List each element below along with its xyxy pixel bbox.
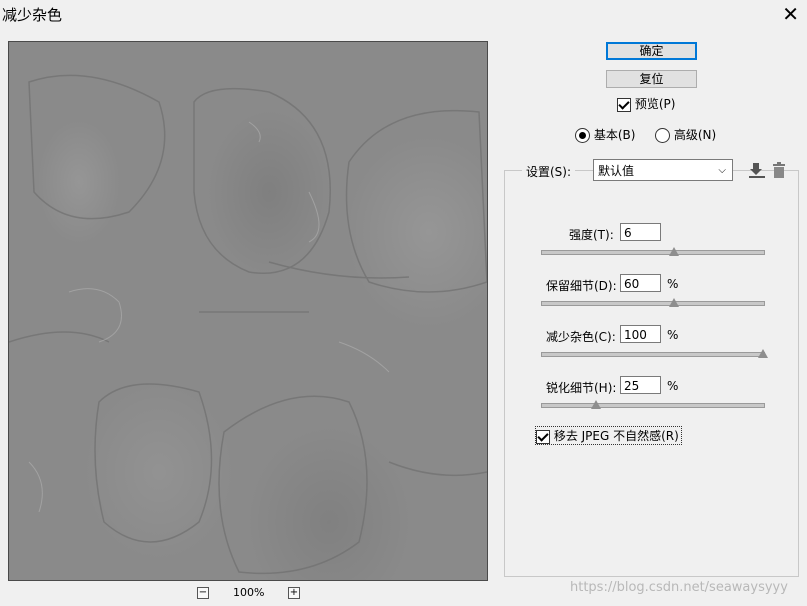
mode-advanced-label: 高级(N) [673,128,717,142]
sharpen-details-slider-thumb[interactable] [591,400,601,409]
reduce-color-noise-unit: % [667,328,679,342]
remove-jpeg-artifact-row[interactable]: 移去 JPEG 不自然感(R) [535,426,682,445]
settings-select-value: 默认值 [598,164,635,178]
preview-checkbox-row[interactable]: 预览(P) [617,95,675,112]
reset-button[interactable]: 复位 [606,70,697,88]
reduce-color-noise-input[interactable]: 100 [620,325,661,343]
zoom-out-button[interactable]: − [197,587,209,599]
sharpen-details-label: 锐化细节(H): [546,381,617,395]
preserve-details-slider-thumb[interactable] [669,298,679,307]
mode-basic-row[interactable]: 基本(B) [575,126,635,143]
preserve-details-input[interactable]: 60 [620,274,661,292]
mode-basic-radio[interactable] [575,128,590,143]
sharpen-details-input[interactable]: 25 [620,376,661,394]
strength-input[interactable]: 6 [620,223,661,241]
reduce-color-noise-label: 减少杂色(C): [546,330,616,344]
mode-advanced-radio[interactable] [655,128,670,143]
strength-slider[interactable] [541,250,765,255]
preview-checkbox[interactable] [617,97,631,112]
strength-slider-thumb[interactable] [669,247,679,256]
ok-button[interactable]: 确定 [606,42,697,60]
strength-label: 强度(T): [569,228,614,242]
remove-jpeg-artifact-checkbox[interactable] [536,429,550,444]
preserve-details-label: 保留细节(D): [546,279,617,293]
sharpen-details-slider[interactable] [541,403,765,408]
settings-select[interactable]: 默认值 ⌵ [593,159,733,181]
close-icon[interactable]: ✕ [782,2,799,26]
mode-basic-label: 基本(B) [593,128,636,142]
preview-checkbox-label: 预览(P) [634,97,676,111]
remove-jpeg-artifact-label: 移去 JPEG 不自然感(R) [553,429,679,443]
chevron-down-icon: ⌵ [718,165,726,176]
settings-label: 设置(S): [522,163,576,180]
mode-advanced-row[interactable]: 高级(N) [655,126,716,143]
watermark-text: https://blog.csdn.net/seawaysyyy [570,580,788,595]
window-title: 减少杂色 [2,6,63,24]
reduce-color-noise-slider-thumb[interactable] [758,349,768,358]
preview-image[interactable] [8,41,488,581]
preserve-details-unit: % [667,277,679,291]
trash-icon[interactable] [772,162,786,182]
preview-texture [9,74,487,575]
sharpen-details-unit: % [667,379,679,393]
reduce-color-noise-slider[interactable] [541,352,765,357]
preserve-details-slider[interactable] [541,301,765,306]
zoom-level: 100% [233,586,265,599]
zoom-in-button[interactable]: + [288,587,300,599]
save-preset-icon[interactable] [748,162,766,182]
